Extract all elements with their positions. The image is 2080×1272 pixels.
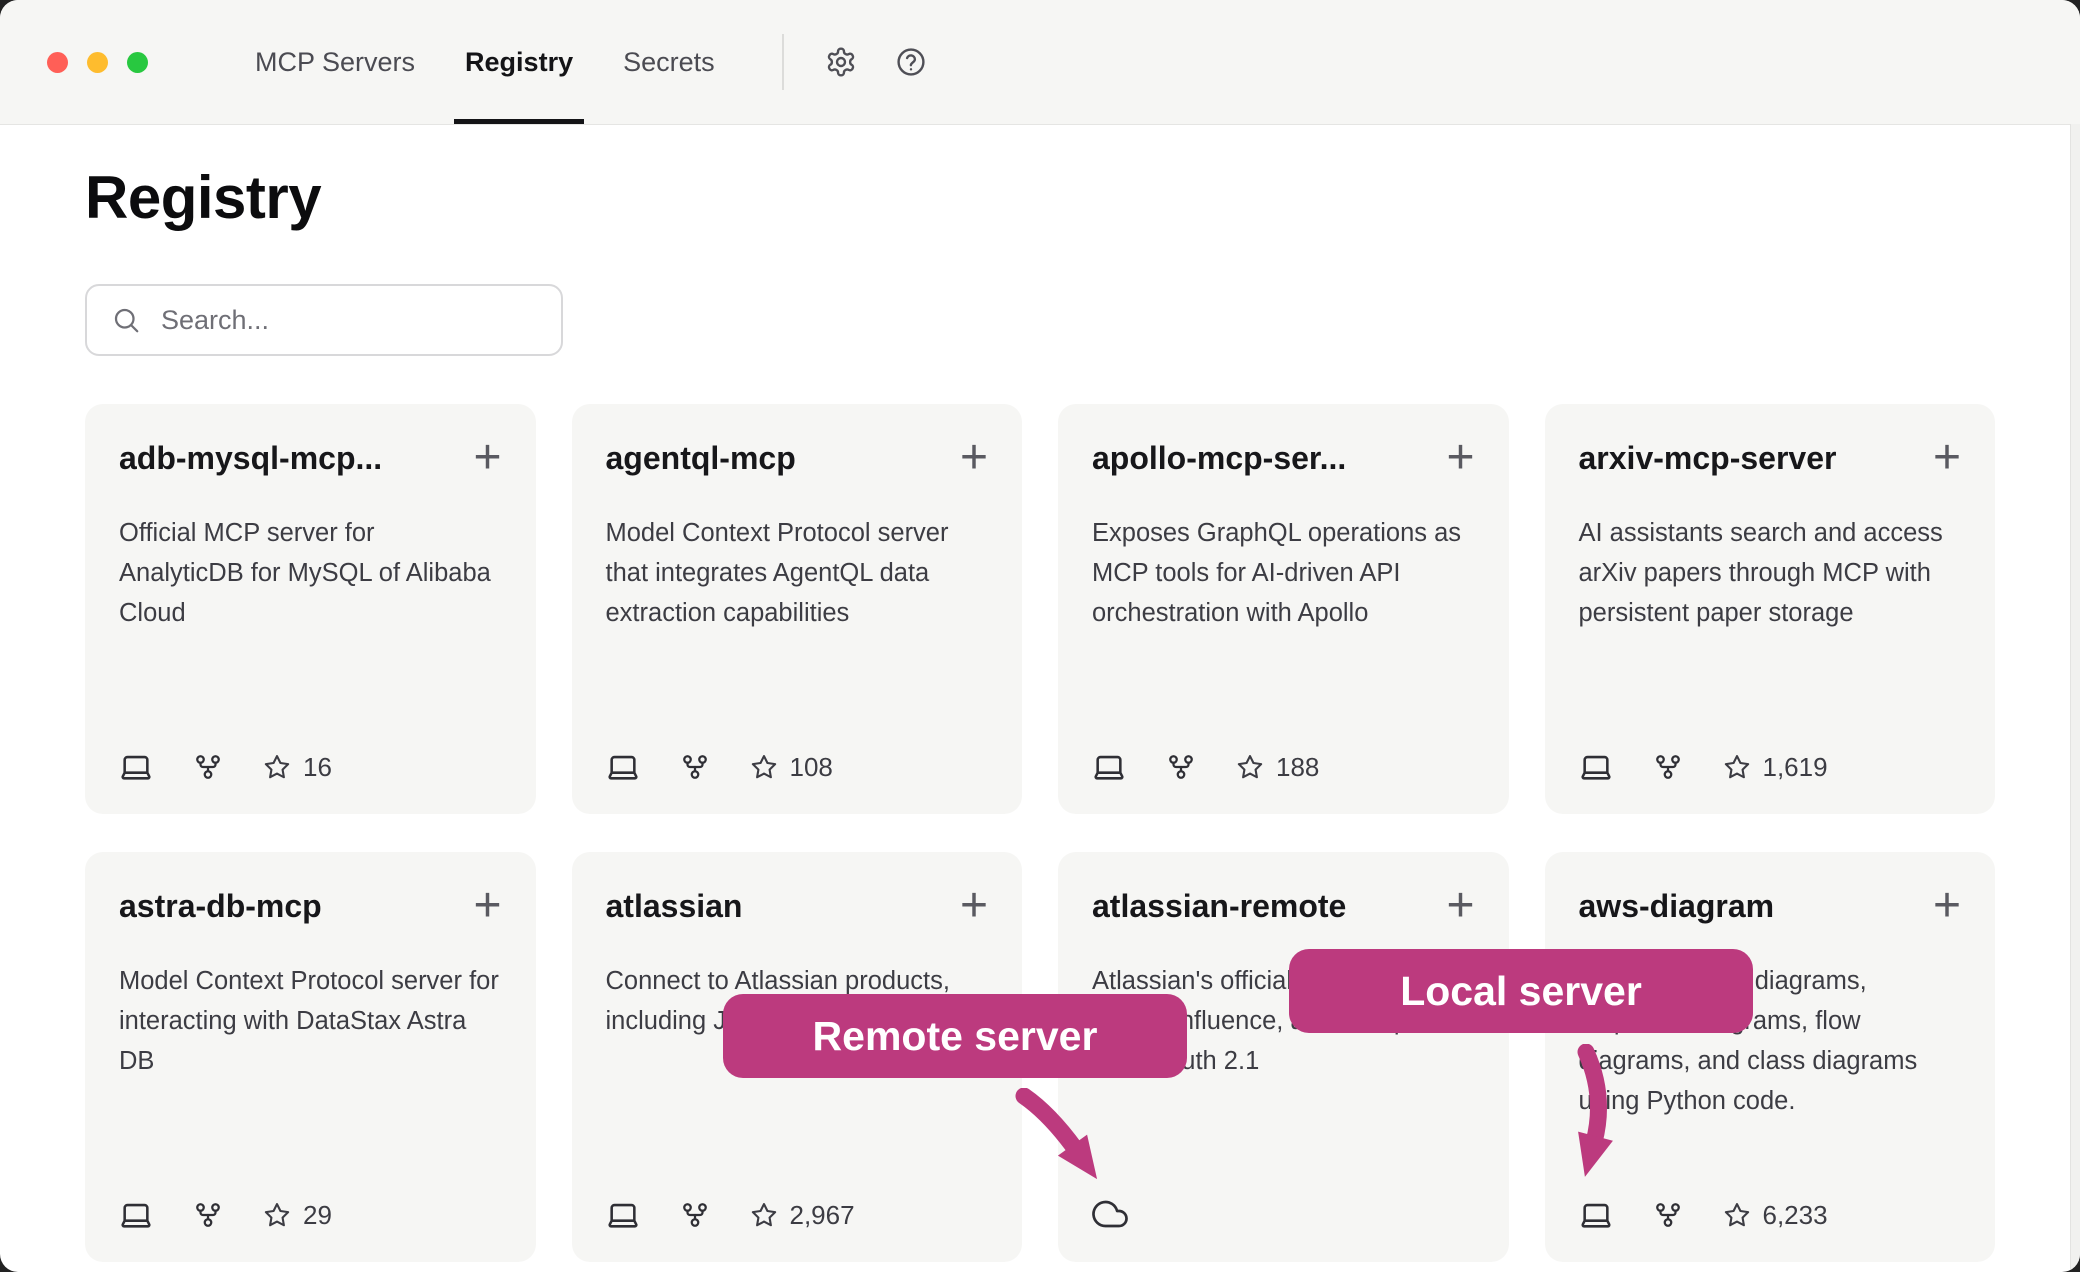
star-icon — [1723, 753, 1751, 781]
git-fork-icon — [1166, 752, 1196, 782]
zoom-button[interactable] — [127, 52, 148, 73]
card-title: astra-db-mcp — [119, 888, 322, 925]
star-icon — [263, 753, 291, 781]
search-box — [85, 284, 563, 356]
star-icon — [1723, 1201, 1751, 1229]
search-icon — [111, 305, 141, 335]
star-count-value: 1,619 — [1763, 752, 1828, 783]
laptop-icon — [119, 1198, 153, 1232]
add-server-button[interactable]: + — [960, 884, 988, 927]
settings-button[interactable] — [814, 35, 868, 89]
local-server-arrow-icon — [1556, 1044, 1646, 1184]
git-fork-icon — [193, 1200, 223, 1230]
card-footer: 16 — [119, 726, 502, 784]
tab-mcp-servers[interactable]: MCP Servers — [230, 0, 440, 124]
star-icon — [750, 753, 778, 781]
server-card-adb-mysql-mcp[interactable]: adb-mysql-mcp... + Official MCP server f… — [85, 404, 536, 814]
star-icon — [750, 1201, 778, 1229]
card-footer: 2,967 — [606, 1174, 989, 1232]
card-footer: 1,619 — [1579, 726, 1962, 784]
titlebar: MCP Servers Registry Secrets — [0, 0, 2080, 125]
laptop-icon — [1579, 1198, 1613, 1232]
traffic-lights — [0, 0, 148, 124]
laptop-icon — [606, 750, 640, 784]
laptop-icon — [606, 1198, 640, 1232]
git-fork-icon — [1653, 752, 1683, 782]
gear-icon — [825, 46, 857, 78]
add-server-button[interactable]: + — [960, 436, 988, 479]
search-input[interactable] — [159, 304, 537, 337]
laptop-icon — [1092, 750, 1126, 784]
server-card-apollo-mcp-server[interactable]: apollo-mcp-ser... + Exposes GraphQL oper… — [1058, 404, 1509, 814]
card-description: Model Context Protocol server for intera… — [119, 961, 502, 1081]
header-divider — [782, 34, 784, 90]
tab-secrets[interactable]: Secrets — [598, 0, 740, 124]
card-footer: 188 — [1092, 726, 1475, 784]
star-count: 6,233 — [1723, 1200, 1828, 1231]
card-footer: 108 — [606, 726, 989, 784]
card-title: apollo-mcp-ser... — [1092, 440, 1346, 477]
add-server-button[interactable]: + — [1933, 884, 1961, 927]
star-count: 108 — [750, 752, 833, 783]
laptop-icon — [119, 750, 153, 784]
card-title: agentql-mcp — [606, 440, 796, 477]
server-card-agentql-mcp[interactable]: agentql-mcp + Model Context Protocol ser… — [572, 404, 1023, 814]
star-count-value: 108 — [790, 752, 833, 783]
star-icon — [1236, 753, 1264, 781]
app-window: MCP Servers Registry Secrets Registry ad… — [0, 0, 2080, 1272]
close-button[interactable] — [47, 52, 68, 73]
star-count: 16 — [263, 752, 332, 783]
star-count-value: 16 — [303, 752, 332, 783]
card-description: Official MCP server for AnalyticDB for M… — [119, 513, 502, 633]
card-description: Exposes GraphQL operations as MCP tools … — [1092, 513, 1475, 633]
star-count: 29 — [263, 1200, 332, 1231]
card-title: atlassian-remote — [1092, 888, 1346, 925]
nav-tabs: MCP Servers Registry Secrets — [230, 0, 740, 124]
server-card-arxiv-mcp-server[interactable]: arxiv-mcp-server + AI assistants search … — [1545, 404, 1996, 814]
help-icon — [895, 46, 927, 78]
star-count-value: 188 — [1276, 752, 1319, 783]
help-button[interactable] — [884, 35, 938, 89]
add-server-button[interactable]: + — [1933, 436, 1961, 479]
card-footer — [1092, 1172, 1475, 1232]
add-server-button[interactable]: + — [1446, 436, 1474, 479]
card-title: atlassian — [606, 888, 743, 925]
laptop-icon — [1579, 750, 1613, 784]
add-server-button[interactable]: + — [473, 436, 501, 479]
card-description: Model Context Protocol server that integ… — [606, 513, 989, 633]
star-count: 188 — [1236, 752, 1319, 783]
card-title: arxiv-mcp-server — [1579, 440, 1837, 477]
star-count-value: 6,233 — [1763, 1200, 1828, 1231]
card-title: aws-diagram — [1579, 888, 1775, 925]
git-fork-icon — [680, 1200, 710, 1230]
local-server-callout: Local server — [1289, 949, 1753, 1033]
star-icon — [263, 1201, 291, 1229]
minimize-button[interactable] — [87, 52, 108, 73]
git-fork-icon — [193, 752, 223, 782]
add-server-button[interactable]: + — [1446, 884, 1474, 927]
star-count-value: 29 — [303, 1200, 332, 1231]
card-footer: 29 — [119, 1174, 502, 1232]
remote-server-arrow-icon — [1008, 1088, 1128, 1198]
cloud-icon — [1092, 1196, 1128, 1232]
git-fork-icon — [680, 752, 710, 782]
remote-server-callout: Remote server — [723, 994, 1187, 1078]
card-description: AI assistants search and access arXiv pa… — [1579, 513, 1962, 633]
card-title: adb-mysql-mcp... — [119, 440, 382, 477]
header-actions — [814, 0, 938, 124]
page-title: Registry — [85, 163, 1995, 232]
tab-registry[interactable]: Registry — [440, 0, 598, 124]
server-card-astra-db-mcp[interactable]: astra-db-mcp + Model Context Protocol se… — [85, 852, 536, 1262]
git-fork-icon — [1653, 1200, 1683, 1230]
star-count: 2,967 — [750, 1200, 855, 1231]
scrollbar[interactable] — [2070, 124, 2080, 1272]
star-count-value: 2,967 — [790, 1200, 855, 1231]
star-count: 1,619 — [1723, 752, 1828, 783]
add-server-button[interactable]: + — [473, 884, 501, 927]
